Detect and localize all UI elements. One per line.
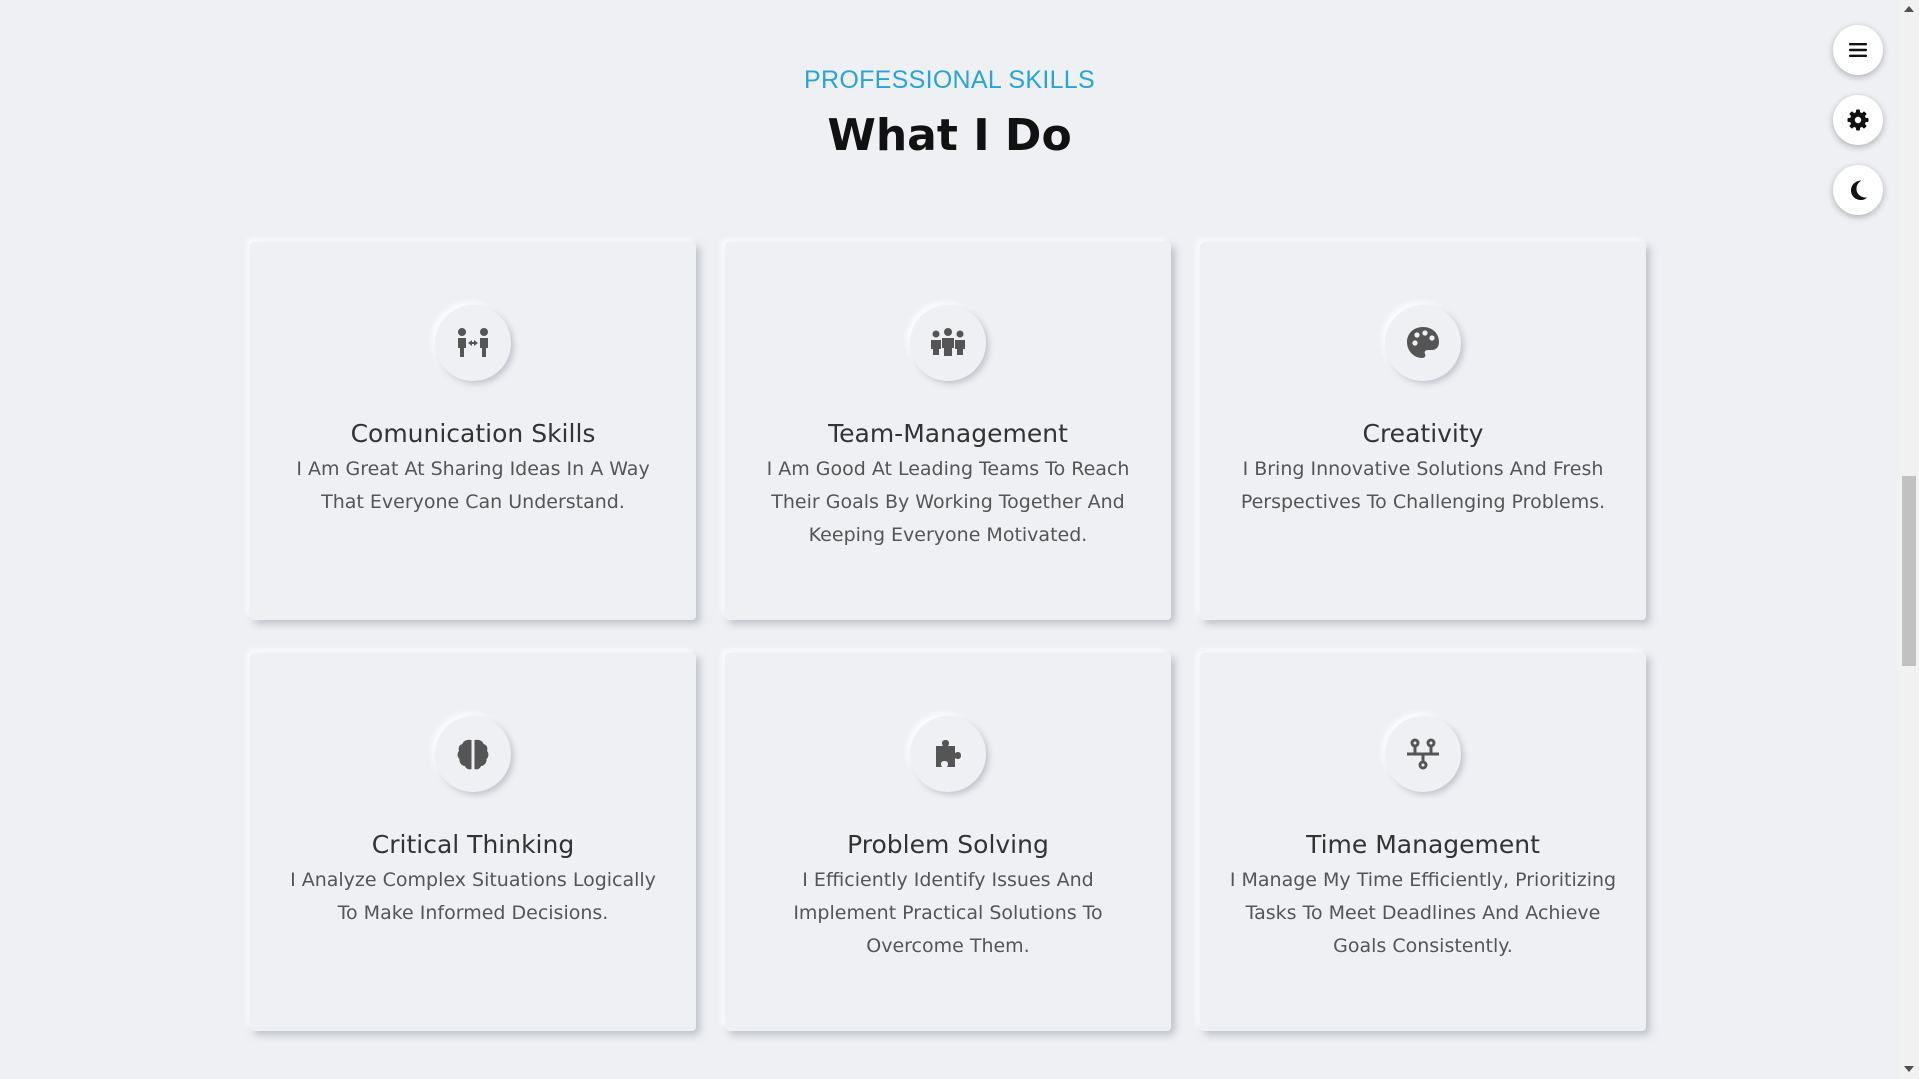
skill-title: Problem Solving — [847, 830, 1049, 859]
skill-description: I Am Good At Leading Teams To Reach Thei… — [766, 458, 1130, 546]
people-group-icon — [910, 305, 986, 381]
skill-card: Problem Solving I Efficiently Identify I… — [725, 653, 1171, 1031]
scroll-down-arrow-icon[interactable] — [1904, 1066, 1914, 1072]
skill-card: Comunication Skills I Am Great At Sharin… — [250, 242, 696, 620]
scroll-up-arrow-icon[interactable] — [1904, 6, 1914, 12]
page-scrollbar[interactable] — [1899, 0, 1919, 1079]
skill-title: Comunication Skills — [350, 419, 596, 448]
section-title: What I Do — [827, 110, 1072, 161]
people-arrows-icon — [435, 305, 511, 381]
section-header: PROFESSIONAL SKILLS What I Do — [0, 64, 1899, 164]
skill-card: Creativity I Bring Innovative Solutions … — [1200, 242, 1646, 620]
puzzle-piece-icon — [910, 716, 986, 792]
page: PROFESSIONAL SKILLS What I Do Comunicati… — [0, 0, 1919, 1079]
skill-title: Creativity — [1362, 419, 1484, 448]
skill-card: Team-Management I Am Good At Leading Tea… — [725, 242, 1171, 620]
skill-description: I Am Great At Sharing Ideas In A Way Tha… — [296, 458, 650, 513]
palette-icon — [1385, 305, 1461, 381]
section-eyebrow: PROFESSIONAL SKILLS — [804, 66, 1095, 94]
skill-description: I Efficiently Identify Issues And Implem… — [793, 869, 1103, 957]
dark-mode-toggle[interactable] — [1833, 165, 1883, 215]
settings-button[interactable] — [1833, 95, 1883, 145]
skill-title: Team-Management — [828, 419, 1068, 448]
moon-icon — [1851, 180, 1867, 200]
skill-card: Time Management I Manage My Time Efficie… — [1200, 653, 1646, 1031]
gear-icon — [1847, 109, 1869, 131]
skill-title: Critical Thinking — [371, 830, 575, 859]
hamburger-menu-icon — [1849, 43, 1867, 57]
skill-description: I Manage My Time Efficiently, Prioritizi… — [1229, 869, 1617, 957]
brain-icon — [435, 716, 511, 792]
menu-button[interactable] — [1833, 25, 1883, 75]
skill-card: Critical Thinking I Analyze Complex Situ… — [250, 653, 696, 1031]
scrollbar-thumb[interactable] — [1902, 476, 1916, 666]
skills-grid: Comunication Skills I Am Great At Sharin… — [250, 242, 1650, 1031]
skill-title: Time Management — [1306, 830, 1540, 859]
skill-description: I Analyze Complex Situations Logically T… — [290, 869, 656, 924]
timeline-icon — [1385, 716, 1461, 792]
skill-description: I Bring Innovative Solutions And Fresh P… — [1240, 458, 1606, 513]
